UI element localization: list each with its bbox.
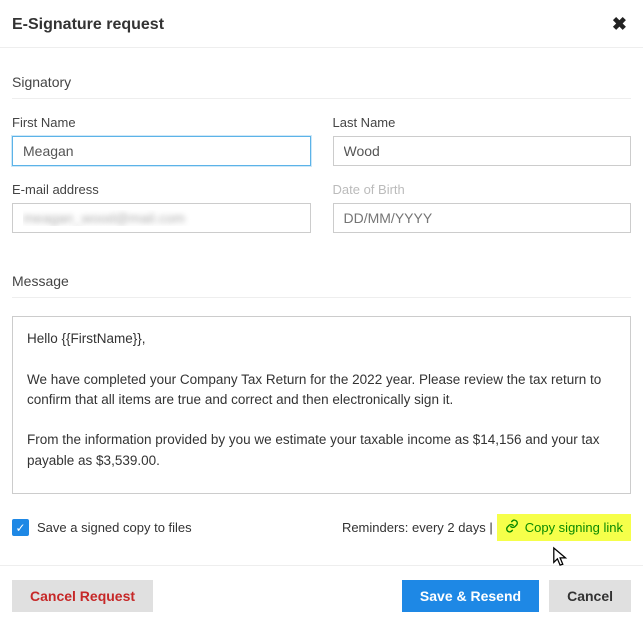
- footer-right: Save & Resend Cancel: [402, 580, 631, 612]
- last-name-col: Last Name: [333, 115, 632, 166]
- email-input[interactable]: [12, 203, 311, 233]
- email-label: E-mail address: [12, 182, 311, 197]
- email-col: E-mail address: [12, 182, 311, 233]
- message-area: [12, 316, 631, 494]
- modal-header: E-Signature request ✖: [0, 0, 643, 48]
- esignature-modal: E-Signature request ✖ Signatory First Na…: [0, 0, 643, 626]
- options-row: ✓ Save a signed copy to files Reminders:…: [0, 494, 643, 565]
- dob-input[interactable]: [333, 203, 632, 233]
- checkbox-icon: ✓: [12, 519, 29, 536]
- last-name-label: Last Name: [333, 115, 632, 130]
- message-textarea[interactable]: [13, 317, 630, 493]
- modal-footer: Cancel Request Save & Resend Cancel: [0, 565, 643, 626]
- save-copy-option[interactable]: ✓ Save a signed copy to files: [12, 519, 192, 536]
- copy-signing-link[interactable]: Copy signing link: [497, 514, 631, 541]
- close-icon: ✖: [612, 14, 627, 34]
- dob-col: Date of Birth: [333, 182, 632, 233]
- close-button[interactable]: ✖: [612, 14, 627, 35]
- message-heading: Message: [12, 233, 631, 298]
- signatory-section: Signatory First Name Last Name E-mail ad…: [0, 48, 643, 494]
- signatory-heading: Signatory: [12, 48, 631, 99]
- link-icon: [505, 519, 519, 536]
- first-name-input[interactable]: [12, 136, 311, 166]
- modal-title: E-Signature request: [12, 16, 164, 34]
- save-copy-label: Save a signed copy to files: [37, 520, 192, 535]
- cancel-button[interactable]: Cancel: [549, 580, 631, 612]
- first-name-label: First Name: [12, 115, 311, 130]
- copy-link-label: Copy signing link: [525, 520, 623, 535]
- last-name-input[interactable]: [333, 136, 632, 166]
- right-links: Reminders: every 2 days | Copy signing l…: [342, 514, 631, 541]
- first-name-col: First Name: [12, 115, 311, 166]
- cancel-request-button[interactable]: Cancel Request: [12, 580, 153, 612]
- contact-row: E-mail address Date of Birth: [12, 182, 631, 233]
- reminders-text: Reminders: every 2 days |: [342, 520, 493, 535]
- dob-label: Date of Birth: [333, 182, 632, 197]
- save-resend-button[interactable]: Save & Resend: [402, 580, 539, 612]
- name-row: First Name Last Name: [12, 115, 631, 166]
